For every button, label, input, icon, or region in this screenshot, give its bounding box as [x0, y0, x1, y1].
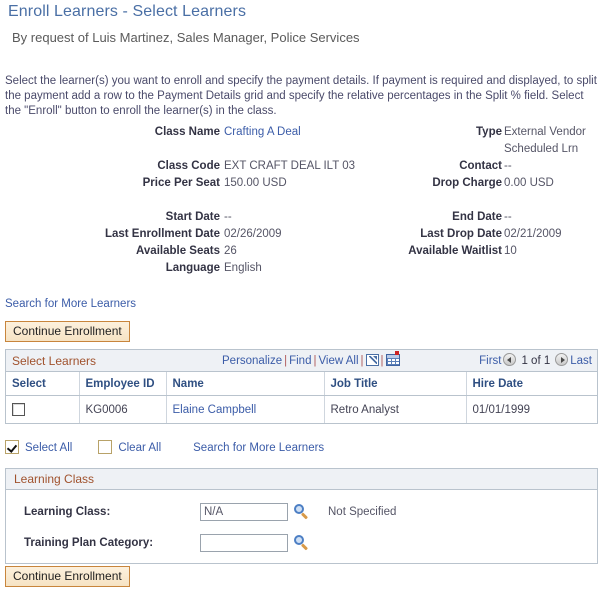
find-link[interactable]: Find: [289, 355, 311, 367]
detail-row: Scheduled Lrn: [0, 143, 604, 160]
cell-employee-id: KG0006: [79, 395, 167, 424]
previous-page-icon[interactable]: [503, 353, 517, 366]
column-header-name[interactable]: Name: [166, 372, 325, 396]
select-actions-row: Select All Clear All Search for More Learn…: [5, 440, 324, 460]
detail-spacer: [0, 194, 604, 211]
grid-titlebar: Select Learners Personalize | Find | View Al…: [6, 350, 597, 372]
column-header-select[interactable]: Select: [6, 372, 80, 396]
continue-enrollment-button-bottom[interactable]: Continue Enrollment: [5, 566, 130, 587]
download-indicator-dot: [394, 351, 399, 355]
last-page-link[interactable]: Last: [570, 355, 592, 367]
instructions-text: Select the learner(s) you want to enroll…: [5, 75, 597, 117]
cell-select: [6, 395, 80, 424]
class-code-value: EXT CRAFT DEAL ILT 03: [224, 160, 356, 172]
last-enrollment-date-label: Last Enrollment Date: [104, 228, 220, 240]
lookup-handle: [300, 512, 309, 520]
detail-row: Class Name Crafting A Deal Type External…: [0, 126, 604, 143]
learners-table: Select Employee ID Name Job Title Hire D…: [6, 372, 597, 424]
learning-class-input[interactable]: [200, 503, 288, 521]
toolbar-separator: |: [380, 355, 384, 367]
training-plan-category-field-row: Training Plan Category:: [6, 534, 597, 556]
column-header-job-title[interactable]: Job Title: [324, 372, 467, 396]
learning-class-lookup-icon[interactable]: [294, 504, 310, 520]
learning-class-panel: Learning Class Learning Class: Not Speci…: [5, 468, 598, 564]
detail-row: Language English: [0, 262, 604, 279]
cell-hire-date: 01/01/1999: [466, 395, 597, 424]
learning-class-label: Learning Class:: [24, 506, 111, 518]
cell-name: Elaine Campbell: [166, 395, 325, 424]
column-header-hire-date[interactable]: Hire Date: [466, 372, 597, 396]
continue-enrollment-button-top[interactable]: Continue Enrollment: [5, 321, 130, 342]
detail-row: Class Code EXT CRAFT DEAL ILT 03 Contact…: [0, 160, 604, 177]
end-date-label: End Date: [452, 211, 502, 223]
expand-grid-icon[interactable]: [365, 354, 379, 366]
contact-label: Contact: [459, 160, 502, 172]
table-row: KG0006 Elaine Campbell Retro Analyst 01/…: [6, 395, 597, 424]
learning-class-panel-body: Learning Class: Not Specified Training P…: [6, 490, 597, 563]
toolbar-separator: |: [284, 355, 288, 367]
search-for-more-learners-link-bottom[interactable]: Search for More Learners: [193, 442, 324, 454]
clear-all-link[interactable]: Clear All: [118, 442, 161, 454]
last-enrollment-date-value: 02/26/2009: [224, 228, 282, 240]
drop-charge-label: Drop Charge: [432, 177, 502, 189]
row-select-checkbox[interactable]: [12, 403, 25, 416]
learning-class-panel-header: Learning Class: [6, 469, 597, 490]
training-plan-category-label: Training Plan Category:: [24, 537, 154, 549]
page-subtitle: By request of Luis Martinez, Sales Manag…: [12, 30, 360, 45]
last-drop-date-label: Last Drop Date: [420, 228, 502, 240]
start-date-label: Start Date: [165, 211, 220, 223]
detail-row: Price Per Seat 150.00 USD Drop Charge 0.…: [0, 177, 604, 194]
type-value-line2: Scheduled Lrn: [504, 143, 579, 155]
price-per-seat-label: Price Per Seat: [142, 177, 220, 189]
select-all-link[interactable]: Select All: [25, 442, 72, 454]
page-counter: 1 of 1: [521, 355, 551, 367]
detail-row: Start Date -- End Date --: [0, 211, 604, 228]
type-label: Type: [476, 126, 502, 138]
next-page-icon[interactable]: [555, 353, 569, 366]
type-value: External Vendor: [504, 126, 586, 138]
lookup-handle: [300, 543, 309, 551]
detail-row: Last Enrollment Date 02/26/2009 Last Dro…: [0, 228, 604, 245]
personalize-link[interactable]: Personalize: [222, 355, 282, 367]
detail-row: Available Seats 26 Available Waitlist 10: [0, 245, 604, 262]
training-plan-category-lookup-icon[interactable]: [294, 535, 310, 551]
contact-value: --: [504, 160, 512, 172]
clear-all-icon[interactable]: [98, 440, 113, 454]
grid-title: Select Learners: [12, 354, 97, 368]
table-header-row: Select Employee ID Name Job Title Hire D…: [6, 372, 597, 396]
page-title: Enroll Learners - Select Learners: [8, 3, 247, 20]
grid-toolbar: Personalize | Find | View All | |: [222, 351, 400, 367]
cell-job-title: Retro Analyst: [324, 395, 467, 424]
class-code-label: Class Code: [157, 160, 220, 172]
toolbar-separator: |: [313, 355, 317, 367]
start-date-value: --: [224, 211, 232, 223]
end-date-value: --: [504, 211, 512, 223]
language-label: Language: [165, 262, 220, 274]
learning-class-field-row: Learning Class: Not Specified: [6, 503, 597, 525]
available-seats-value: 26: [224, 245, 237, 257]
select-learners-grid: Select Learners Personalize | Find | View Al…: [5, 349, 598, 424]
toolbar-separator: |: [360, 355, 364, 367]
price-per-seat-value: 150.00 USD: [224, 177, 287, 189]
learning-class-note: Not Specified: [328, 506, 397, 518]
column-header-employee-id[interactable]: Employee ID: [79, 372, 167, 396]
learner-name-link[interactable]: Elaine Campbell: [173, 404, 257, 416]
class-name-label: Class Name: [154, 126, 220, 138]
learning-class-panel-title: Learning Class: [14, 472, 95, 486]
available-seats-label: Available Seats: [136, 245, 220, 257]
download-to-spreadsheet-icon[interactable]: [385, 351, 400, 366]
available-waitlist-value: 10: [504, 245, 517, 257]
drop-charge-value: 0.00 USD: [504, 177, 554, 189]
last-drop-date-value: 02/21/2009: [504, 228, 562, 240]
first-page-link[interactable]: First: [479, 355, 501, 367]
language-value: English: [224, 262, 262, 274]
class-details-block: Class Name Crafting A Deal Type External…: [0, 126, 604, 279]
select-all-icon[interactable]: [5, 440, 19, 454]
grid-pagination: First 1 of 1 Last: [479, 353, 592, 367]
training-plan-category-input[interactable]: [200, 534, 288, 552]
class-name-value[interactable]: Crafting A Deal: [224, 126, 301, 138]
search-for-more-learners-link-top[interactable]: Search for More Learners: [5, 298, 136, 310]
available-waitlist-label: Available Waitlist: [408, 245, 502, 257]
view-all-link[interactable]: View All: [318, 355, 358, 367]
